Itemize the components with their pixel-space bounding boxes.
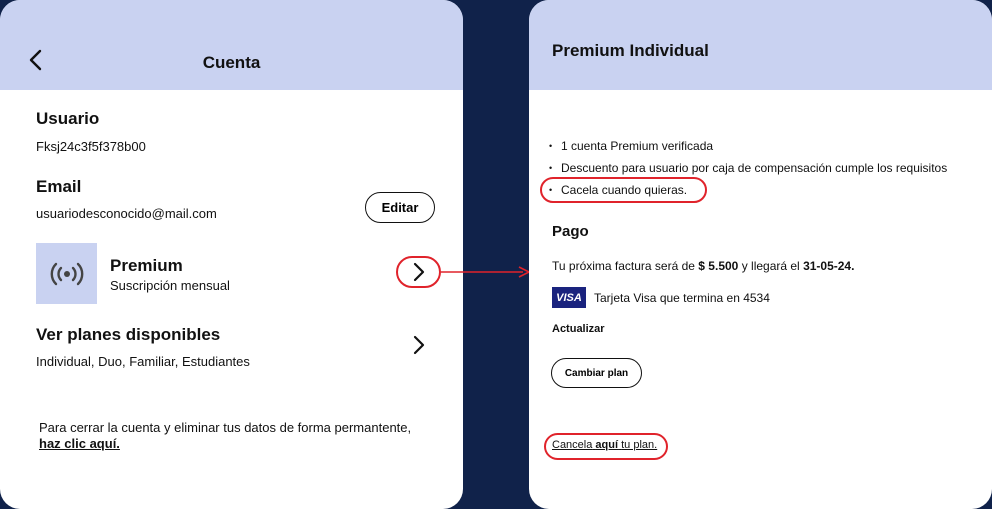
premium-chevron-button[interactable] xyxy=(396,256,441,288)
next-invoice-text: Tu próxima factura será de $ 5.500 y lle… xyxy=(552,259,854,273)
plans-title: Ver planes disponibles xyxy=(36,325,221,344)
email-label: Email xyxy=(36,177,82,196)
email-value: usuariodesconocido@mail.com xyxy=(36,206,217,221)
cancel-plan-link[interactable]: Cancela aquí tu plan. xyxy=(552,439,657,451)
highlight-outline xyxy=(540,177,707,203)
edit-email-button[interactable]: Editar xyxy=(365,192,435,223)
account-header: Cuenta xyxy=(0,0,463,90)
delete-account-text: Para cerrar la cuenta y eliminar tus dat… xyxy=(39,420,412,435)
invoice-date: 31-05-24. xyxy=(803,259,855,273)
premium-title: Premium xyxy=(110,256,183,275)
plan-detail-screen: Premium Individual 1 cuenta Premium veri… xyxy=(529,0,992,509)
chevron-right-icon xyxy=(413,335,425,355)
invoice-prefix: Tu próxima factura será de xyxy=(552,259,695,273)
cancel-bold: aquí xyxy=(595,439,619,451)
usuario-value: Fksj24c3f5f378b00 xyxy=(36,139,146,154)
delete-account-link[interactable]: haz clic aquí. xyxy=(39,436,120,451)
premium-subtitle: Suscripción mensual xyxy=(110,278,230,293)
cancel-suffix: tu plan. xyxy=(621,439,658,451)
arrow-connector xyxy=(441,266,531,278)
broadcast-icon xyxy=(50,262,83,285)
list-item: 1 cuenta Premium verificada xyxy=(549,136,947,158)
payment-method: VISA Tarjeta Visa que termina en 4534 xyxy=(552,287,770,308)
plans-subtitle: Individual, Duo, Familiar, Estudiantes xyxy=(36,354,250,369)
visa-logo: VISA xyxy=(552,287,586,308)
premium-tile xyxy=(36,243,97,304)
account-screen: Cuenta Usuario Fksj24c3f5f378b00 Email u… xyxy=(0,0,463,509)
page-title: Premium Individual xyxy=(552,41,709,60)
update-payment-link[interactable]: Actualizar xyxy=(552,323,605,335)
card-description: Tarjeta Visa que termina en 4534 xyxy=(594,290,770,305)
plan-header: Premium Individual xyxy=(529,0,992,90)
cancel-prefix: Cancela xyxy=(552,439,593,451)
payment-title: Pago xyxy=(552,223,589,240)
invoice-mid: y llegará el xyxy=(741,259,800,273)
plans-chevron-button[interactable] xyxy=(404,330,434,360)
chevron-right-icon xyxy=(413,262,424,282)
invoice-amount: $ 5.500 xyxy=(698,259,739,273)
page-title: Cuenta xyxy=(202,53,261,72)
change-plan-button[interactable]: Cambiar plan xyxy=(551,358,642,388)
usuario-label: Usuario xyxy=(36,109,100,128)
delete-account-notice: Para cerrar la cuenta y eliminar tus dat… xyxy=(39,420,449,452)
